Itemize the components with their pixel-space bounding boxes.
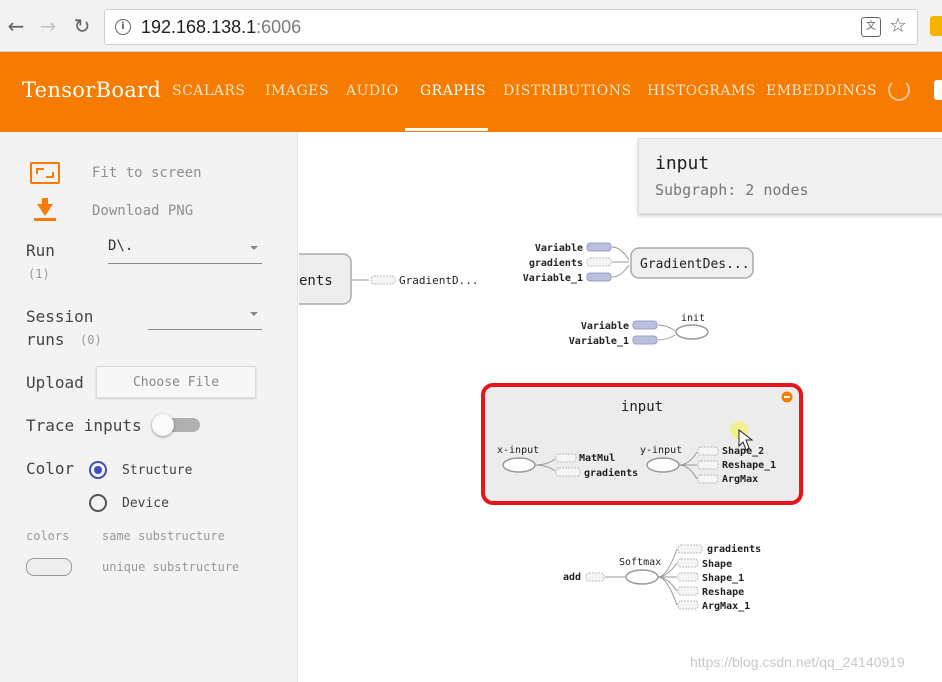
settings-gear-icon[interactable] <box>934 80 942 100</box>
clipped-gradients-node[interactable]: ents GradientD... <box>299 253 478 305</box>
translate-icon[interactable]: 文 <box>861 17 881 37</box>
upload-label: Upload <box>26 373 84 392</box>
site-info-icon[interactable]: i <box>115 19 131 35</box>
color-label: Color <box>26 459 75 478</box>
input-subgraph[interactable]: input x-input MatMul gradients y-input S… <box>481 383 803 505</box>
tab-images[interactable]: IMAGES <box>265 83 329 99</box>
softmax-output-argmax-1: ArgMax_1 <box>702 601 750 612</box>
download-png-button[interactable]: Download PNG <box>92 203 193 219</box>
same-substructure-label: same substructure <box>102 529 225 543</box>
tab-embeddings[interactable]: EMBEDDINGS <box>766 83 877 99</box>
x-output-matmul: MatMul <box>579 453 615 464</box>
clipped-edge-label: GradientD... <box>399 274 478 287</box>
app-title: TensorBoard <box>22 78 162 102</box>
reload-icon[interactable]: ↻ <box>70 12 94 40</box>
run-label: Run <box>26 241 55 260</box>
y-output-argmax: ArgMax <box>722 474 758 485</box>
forward-icon[interactable]: → <box>36 12 60 40</box>
x-input-label: x-input <box>497 445 539 456</box>
softmax-node-label: Softmax <box>619 557 661 568</box>
gd-node-label: GradientDes... <box>640 257 750 272</box>
session-runs-label-line2: runs <box>26 330 65 349</box>
softmax-input-add: add <box>563 572 581 583</box>
tab-distributions[interactable]: DISTRIBUTIONS <box>503 83 632 99</box>
y-output-shape-2: Shape_2 <box>722 446 764 457</box>
x-output-gradients: gradients <box>584 467 638 479</box>
download-icon[interactable] <box>34 198 56 222</box>
browser-toolbar: ← → ↻ i 192.168.138.1:6006 文 ☆ <box>0 0 942 52</box>
input-subgraph-title: input <box>621 399 663 415</box>
unique-substructure-label: unique substructure <box>102 560 240 574</box>
bookmark-star-icon[interactable]: ☆ <box>889 13 907 37</box>
node-info-title: input <box>655 153 710 174</box>
session-runs-label: Session <box>26 307 94 326</box>
gd-input-variable-1: Variable_1 <box>523 272 583 284</box>
graph-sidebar: Fit to screen Download PNG Run (1) D\. S… <box>0 132 298 682</box>
back-icon[interactable]: ← <box>4 12 28 40</box>
address-bar[interactable]: i 192.168.138.1:6006 文 ☆ <box>104 9 918 45</box>
gd-input-gradients: gradients <box>529 257 583 269</box>
graph-canvas[interactable]: ents GradientD... Variable gradients Var… <box>299 132 942 682</box>
color-device-label[interactable]: Device <box>122 496 169 511</box>
trace-inputs-toggle-knob[interactable] <box>152 414 174 436</box>
y-output-reshape-1: Reshape_1 <box>722 460 776 471</box>
clipped-node-label: ents <box>299 273 333 289</box>
softmax-output-shape: Shape <box>702 559 732 570</box>
fit-to-screen-button[interactable]: Fit to screen <box>92 165 202 181</box>
unique-substructure-swatch <box>26 558 72 576</box>
chevron-down-icon <box>250 312 258 316</box>
chevron-down-icon <box>250 246 258 250</box>
trace-inputs-label: Trace inputs <box>26 416 142 435</box>
run-count: (1) <box>28 267 50 281</box>
gd-input-variable: Variable <box>535 242 583 254</box>
init-node-label: init <box>681 313 705 324</box>
session-runs-select[interactable] <box>148 304 262 330</box>
softmax-output-shape-1: Shape_1 <box>702 573 744 584</box>
graph-svg[interactable]: ents GradientD... Variable gradients Var… <box>299 132 942 682</box>
tab-graphs[interactable]: GRAPHS <box>420 83 486 99</box>
watermark: https://blog.csdn.net/qq_24140919 <box>690 654 905 670</box>
node-info-subtitle: Subgraph: 2 nodes <box>655 181 809 199</box>
init-input-variable-1: Variable_1 <box>569 335 629 347</box>
init-node[interactable]: Variable Variable_1 init <box>569 313 709 347</box>
softmax-output-gradients: gradients <box>707 543 761 555</box>
url-text[interactable]: 192.168.138.1:6006 <box>141 17 301 38</box>
refresh-icon[interactable] <box>888 79 910 101</box>
fit-to-screen-icon[interactable] <box>30 162 60 184</box>
url-port: :6006 <box>256 17 302 37</box>
extension-icon[interactable] <box>930 16 942 36</box>
color-device-radio[interactable] <box>89 494 107 512</box>
url-host: 192.168.138.1 <box>141 17 257 37</box>
tab-histograms[interactable]: HISTOGRAMS <box>647 83 756 99</box>
colors-legend-label: colors <box>26 529 70 543</box>
color-structure-label[interactable]: Structure <box>122 463 192 478</box>
gradient-descent-node[interactable]: Variable gradients Variable_1 GradientDe… <box>523 242 754 284</box>
softmax-node[interactable]: add Softmax gradients Shape Shape_1 Resh… <box>563 543 761 612</box>
tab-scalars[interactable]: SCALARS <box>172 83 245 99</box>
softmax-output-reshape: Reshape <box>702 587 744 598</box>
tensorboard-header: TensorBoard SCALARS IMAGES AUDIO GRAPHS … <box>0 52 942 132</box>
y-input-label: y-input <box>640 445 682 456</box>
run-select-value: D\. <box>108 238 134 254</box>
color-structure-radio[interactable] <box>89 461 107 479</box>
run-select[interactable]: D\. <box>108 238 262 264</box>
init-input-variable: Variable <box>581 320 629 332</box>
choose-file-button[interactable]: Choose File <box>96 366 256 398</box>
session-runs-count: (0) <box>80 333 102 347</box>
tab-audio[interactable]: AUDIO <box>346 83 399 99</box>
node-info-card: input Subgraph: 2 nodes <box>638 138 942 214</box>
active-tab-indicator <box>405 128 488 131</box>
